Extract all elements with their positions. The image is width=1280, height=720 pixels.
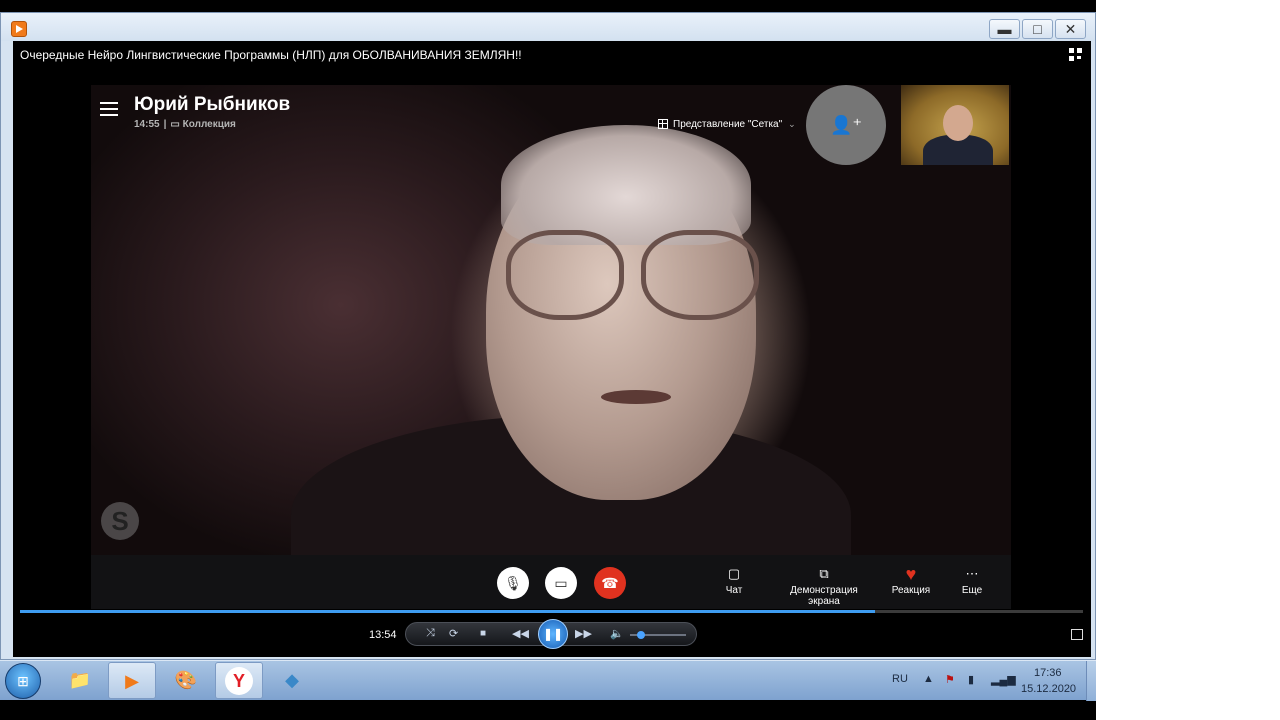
reaction-label: Реакция <box>891 585 931 596</box>
skype-watermark: S <box>101 502 139 540</box>
view-mode-dropdown[interactable]: Представление "Сетка" ⌄ <box>658 119 796 130</box>
microphone-button[interactable]: 🎙 <box>497 567 529 599</box>
chat-label: Чат <box>725 585 743 596</box>
desktop-background <box>1096 0 1280 720</box>
more-button[interactable]: ⋯ Еще <box>953 565 991 596</box>
seek-bar[interactable] <box>20 610 1083 613</box>
network-icon[interactable]: ▂▄▆ <box>991 673 1016 686</box>
close-icon: ✕ <box>1064 21 1077 37</box>
screen-share-button[interactable]: ⧉ Демонстрация экрана <box>774 565 874 607</box>
maximize-button[interactable]: □ <box>1022 19 1053 39</box>
minimize-button[interactable]: ▬ <box>989 19 1020 39</box>
camera-button[interactable]: ▭ <box>545 567 577 599</box>
video-title: Очередные Нейро Лингвистические Программ… <box>20 48 522 62</box>
collection-link[interactable]: Коллекция <box>183 119 236 130</box>
volume-icon[interactable]: 🔈 <box>610 627 624 640</box>
media-player-window: ▬ □ ✕ Очередные Нейро Лингвистические Пр… <box>0 12 1096 660</box>
video-frame[interactable]: S Юрий Рыбников 14:55 | ▭ Коллекция Предст… <box>91 85 1011 555</box>
taskbar-media-player[interactable]: ▶ <box>108 662 156 699</box>
camera-icon: ▭ <box>554 575 568 591</box>
taskbar-yandex-browser[interactable]: Y <box>215 662 263 699</box>
view-mode-label: Представление "Сетка" <box>673 119 783 130</box>
language-indicator[interactable]: RU <box>892 673 908 685</box>
paint-palette-icon: 🎨 <box>174 670 198 690</box>
window-titlebar[interactable]: ▬ □ ✕ <box>1 13 1095 41</box>
taskbar-app[interactable]: ◆ <box>268 662 316 699</box>
call-controls-bar: 🎙 ▭ ☎ ▢ Чат ⧉ Демонстрация экрана ♥ Реак… <box>91 555 1011 609</box>
shuffle-icon[interactable]: ⤨ <box>426 627 435 640</box>
add-participant-button[interactable]: 👤⁺ <box>806 85 886 165</box>
maximize-icon: □ <box>1033 21 1042 37</box>
previous-icon[interactable]: ◀◀ <box>512 627 529 640</box>
switch-layout-icon[interactable] <box>1069 48 1083 62</box>
next-icon[interactable]: ▶▶ <box>575 627 592 640</box>
menu-icon[interactable] <box>100 102 118 116</box>
caller-hair <box>501 125 751 245</box>
screen-share-icon: ⧉ <box>819 566 829 581</box>
heart-icon: ♥ <box>905 564 917 584</box>
repeat-icon[interactable]: ⟳ <box>449 627 458 640</box>
close-button[interactable]: ✕ <box>1055 19 1086 39</box>
folder-icon: 📁 <box>68 670 92 690</box>
call-duration: 14:55 <box>134 119 160 130</box>
taskbar-paint[interactable]: 🎨 <box>162 662 210 699</box>
more-icon: ⋯ <box>965 566 979 581</box>
meta-separator: | <box>163 119 167 130</box>
clock-date[interactable]: 15.12.2020 <box>1021 683 1076 695</box>
media-player-app-icon[interactable] <box>11 21 27 37</box>
call-meta: 14:55 | ▭ Коллекция <box>134 119 236 130</box>
end-call-button[interactable]: ☎ <box>594 567 626 599</box>
playback-controls: ⤨ ⟳ ■ ◀◀ ❚❚ ▶▶ 🔈 <box>405 619 697 649</box>
caller-name: Юрий Рыбников <box>134 94 291 115</box>
action-center-flag-icon[interactable]: ⚑ <box>945 673 955 686</box>
chat-button[interactable]: ▢ Чат <box>719 565 749 596</box>
yandex-icon: Y <box>225 667 253 695</box>
chat-icon: ▢ <box>727 566 741 581</box>
more-label: Еще <box>961 585 983 596</box>
hang-up-icon: ☎ <box>601 575 619 591</box>
pause-icon: ❚❚ <box>542 627 564 641</box>
add-person-icon: 👤⁺ <box>830 115 862 135</box>
stop-icon[interactable]: ■ <box>480 628 486 639</box>
caller-glasses-right <box>641 230 759 320</box>
taskbar: ⊞ 📁 ▶ 🎨 Y ◆ RU ▲ ⚑ ▮ ▂▄▆ 17:36 15.12.202… <box>0 660 1096 701</box>
chevron-down-icon: ⌄ <box>788 119 796 129</box>
windows-logo-icon: ⊞ <box>17 673 29 689</box>
media-player-icon: ▶ <box>125 671 139 691</box>
screen-share-label: Демонстрация экрана <box>790 585 858 607</box>
start-button[interactable]: ⊞ <box>5 663 41 699</box>
volume-slider[interactable] <box>630 631 686 639</box>
show-hidden-icons[interactable]: ▲ <box>923 673 934 685</box>
grid-view-icon <box>658 119 668 129</box>
collection-icon: ▭ <box>170 119 183 130</box>
battery-icon[interactable]: ▮ <box>968 673 974 686</box>
microphone-icon: 🎙 <box>504 575 522 591</box>
caller-glasses-left <box>506 230 624 320</box>
current-time: 13:54 <box>369 629 397 641</box>
app-icon: ◆ <box>285 670 299 690</box>
seek-bar-fill <box>20 610 875 613</box>
player-area[interactable]: Очередные Нейро Лингвистические Программ… <box>13 41 1091 657</box>
minimize-icon: ▬ <box>997 21 1012 37</box>
reaction-button[interactable]: ♥ Реакция <box>886 565 936 596</box>
taskbar-explorer[interactable]: 📁 <box>56 662 104 699</box>
self-head <box>943 105 973 141</box>
self-view-video[interactable] <box>901 85 1009 165</box>
show-desktop-button[interactable] <box>1086 661 1096 701</box>
clock-time[interactable]: 17:36 <box>1034 667 1062 679</box>
pause-button[interactable]: ❚❚ <box>538 619 568 649</box>
switch-to-compact-icon[interactable] <box>1071 629 1083 640</box>
volume-knob[interactable] <box>637 631 646 639</box>
caller-mouth <box>601 390 671 404</box>
